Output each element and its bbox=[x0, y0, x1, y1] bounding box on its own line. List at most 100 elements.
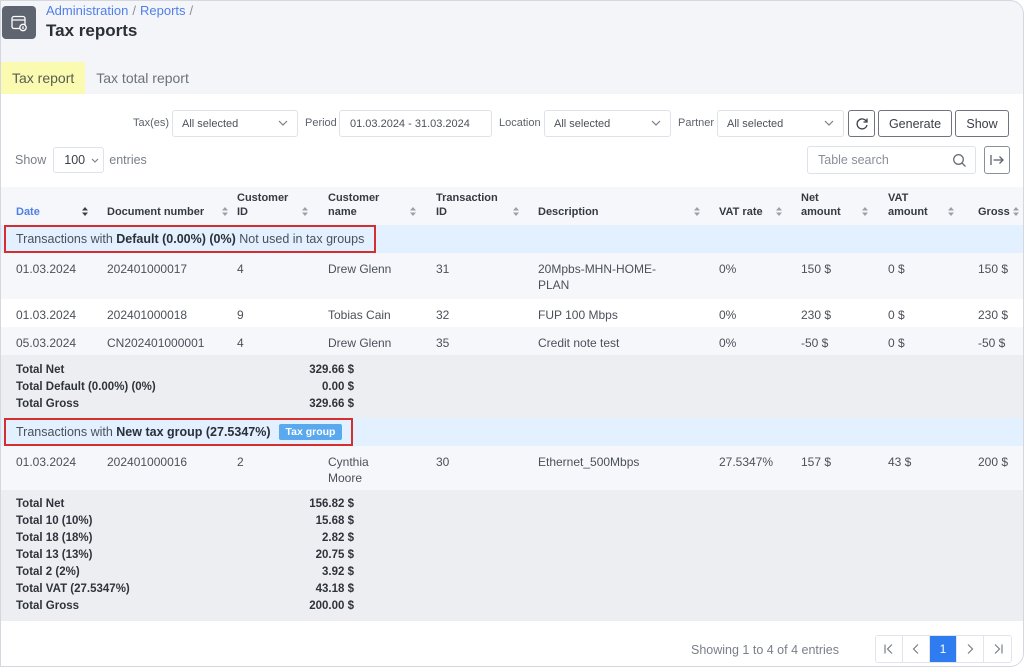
page-button-current[interactable]: 1 bbox=[930, 636, 957, 662]
cell-date: 05.03.2024 bbox=[16, 336, 77, 350]
table-row[interactable]: 01.03.2024 202401000017 4 Drew Glenn 31 20Mpb… bbox=[1, 253, 1023, 299]
tax-group-badge: Tax group bbox=[278, 424, 343, 440]
cell-date: 01.03.2024 bbox=[16, 262, 77, 276]
chevron-down-icon bbox=[824, 120, 834, 126]
sort-icon[interactable] bbox=[512, 206, 520, 217]
search-icon[interactable] bbox=[952, 153, 967, 168]
total-label: Total Net bbox=[16, 498, 65, 510]
cell-customer-id: 4 bbox=[237, 336, 244, 350]
location-label: Location bbox=[499, 117, 541, 129]
sort-icon[interactable] bbox=[947, 206, 955, 217]
table-search-input[interactable] bbox=[818, 147, 953, 173]
total-line: Total Gross 200.00 $ bbox=[1, 598, 1023, 615]
sort-icon[interactable] bbox=[301, 206, 309, 217]
total-label: Total 18 (18%) bbox=[16, 532, 93, 544]
tab-tax-report[interactable]: Tax report bbox=[1, 62, 86, 94]
cell-net-amount: 230 $ bbox=[801, 308, 832, 322]
total-line: Total 13 (13%) 20.75 $ bbox=[1, 547, 1023, 564]
table-row[interactable]: 05.03.2024 CN202401000001 4 Drew Glenn 35 Cre… bbox=[1, 327, 1023, 355]
tax-report-table: Date Document number Customer ID Customer n… bbox=[1, 187, 1023, 621]
cell-net-amount: 157 $ bbox=[801, 455, 832, 469]
total-line: Total 10 (10%) 15.68 $ bbox=[1, 513, 1023, 530]
page-header: Administration / Reports / Tax reports bbox=[1, 1, 1023, 57]
report-panel: Tax(es) All selected Period 01.03.2024 -… bbox=[1, 94, 1023, 666]
cell-gross: 200 $ bbox=[978, 455, 1009, 469]
partner-select-value: All selected bbox=[727, 118, 784, 130]
tax-group-name: Default (0.00%) (0%) bbox=[116, 232, 236, 246]
column-header-gross[interactable]: Gross bbox=[978, 205, 1012, 219]
cell-document-number: CN202401000001 bbox=[107, 336, 205, 350]
export-button[interactable] bbox=[984, 146, 1010, 174]
breadcrumb-separator: / bbox=[132, 3, 136, 18]
tab-tax-total-report[interactable]: Tax total report bbox=[85, 62, 200, 94]
breadcrumb-administration[interactable]: Administration bbox=[46, 3, 128, 18]
sort-icon[interactable] bbox=[861, 206, 869, 217]
column-header-customer-id[interactable]: Customer ID bbox=[237, 191, 302, 219]
total-label: Total VAT (27.5347%) bbox=[16, 583, 130, 595]
period-input[interactable]: 01.03.2024 - 31.03.2024 bbox=[339, 110, 492, 137]
first-page-button[interactable] bbox=[876, 636, 903, 662]
sort-icon[interactable] bbox=[1012, 206, 1020, 217]
chevron-down-icon bbox=[651, 120, 661, 126]
cell-vat-rate: 27.5347% bbox=[719, 455, 774, 469]
next-page-button[interactable] bbox=[957, 636, 984, 662]
tax-group-prefix: Transactions with bbox=[16, 425, 113, 439]
cell-transaction-id: 31 bbox=[436, 262, 450, 276]
location-select[interactable]: All selected bbox=[544, 110, 671, 137]
table-search bbox=[807, 146, 976, 174]
cell-description: FUP 100 Mbps bbox=[538, 308, 618, 322]
sort-icon[interactable] bbox=[693, 206, 701, 217]
tax-group-header: Transactions with Default (0.00%) (0%) N… bbox=[1, 225, 1023, 253]
refresh-button[interactable] bbox=[848, 110, 875, 137]
filter-bar: Tax(es) All selected Period 01.03.2024 -… bbox=[1, 110, 1023, 138]
generate-button[interactable]: Generate bbox=[878, 110, 952, 137]
entries-label: entries bbox=[109, 153, 147, 167]
column-header-vat-rate[interactable]: VAT rate bbox=[719, 205, 774, 219]
tax-group-prefix: Transactions with bbox=[16, 232, 113, 246]
cell-vat-rate: 0% bbox=[719, 262, 737, 276]
cell-document-number: 202401000017 bbox=[107, 262, 188, 276]
sort-icon[interactable] bbox=[221, 206, 229, 217]
cell-customer-name: Tobias Cain bbox=[328, 308, 391, 322]
column-header-document-number[interactable]: Document number bbox=[107, 205, 212, 219]
tax-group-name: New tax group (27.5347%) bbox=[116, 425, 271, 439]
cell-net-amount: 150 $ bbox=[801, 262, 832, 276]
column-header-customer-name[interactable]: Customer name bbox=[328, 191, 403, 219]
partner-select[interactable]: All selected bbox=[717, 110, 844, 137]
total-label: Total 13 (13%) bbox=[16, 549, 93, 561]
total-value: 3.92 $ bbox=[322, 566, 354, 578]
table-info: Showing 1 to 4 of 4 entries bbox=[691, 643, 840, 657]
sort-icon[interactable] bbox=[409, 206, 417, 217]
chevron-left-icon bbox=[912, 644, 919, 654]
column-header-transaction-id[interactable]: Transaction ID bbox=[436, 191, 511, 219]
show-button[interactable]: Show bbox=[955, 110, 1009, 137]
app-window: Administration / Reports / Tax reports Tax … bbox=[0, 0, 1024, 667]
sort-icon[interactable] bbox=[81, 206, 89, 217]
cell-date: 01.03.2024 bbox=[16, 455, 77, 469]
sort-icon[interactable] bbox=[775, 206, 783, 217]
cell-gross: 230 $ bbox=[978, 308, 1009, 322]
entries-select[interactable]: 100 bbox=[53, 147, 105, 173]
taxes-select[interactable]: All selected bbox=[172, 110, 298, 137]
last-page-button[interactable] bbox=[984, 636, 1011, 662]
column-header-date[interactable]: Date bbox=[16, 205, 81, 219]
column-header-description[interactable]: Description bbox=[538, 205, 668, 219]
cell-gross: 150 $ bbox=[978, 262, 1009, 276]
table-row[interactable]: 01.03.2024 202401000018 9 Tobias Cain 32 FUP … bbox=[1, 299, 1023, 327]
cell-net-amount: -50 $ bbox=[801, 336, 829, 350]
table-row[interactable]: 01.03.2024 202401000016 2 Cynthia Moore 30 Et… bbox=[1, 446, 1023, 490]
export-icon bbox=[990, 155, 1004, 165]
total-line: Total 18 (18%) 2.82 $ bbox=[1, 530, 1023, 547]
first-page-icon bbox=[884, 644, 893, 654]
breadcrumb-reports[interactable]: Reports bbox=[140, 3, 186, 18]
chevron-right-icon bbox=[967, 644, 974, 654]
tax-group-title: Transactions with New tax group (27.5347… bbox=[4, 418, 353, 446]
column-header-vat-amount[interactable]: VAT amount bbox=[888, 191, 948, 219]
total-line: Total Net 329.66 $ bbox=[1, 362, 1023, 379]
total-line: Total Default (0.00%) (0%) 0.00 $ bbox=[1, 379, 1023, 396]
total-value: 329.66 $ bbox=[309, 398, 354, 410]
previous-page-button[interactable] bbox=[903, 636, 930, 662]
cell-description: Ethernet_500Mbps bbox=[538, 455, 640, 469]
cell-customer-name: Drew Glenn bbox=[328, 262, 392, 276]
column-header-net-amount[interactable]: Net amount bbox=[801, 191, 861, 219]
